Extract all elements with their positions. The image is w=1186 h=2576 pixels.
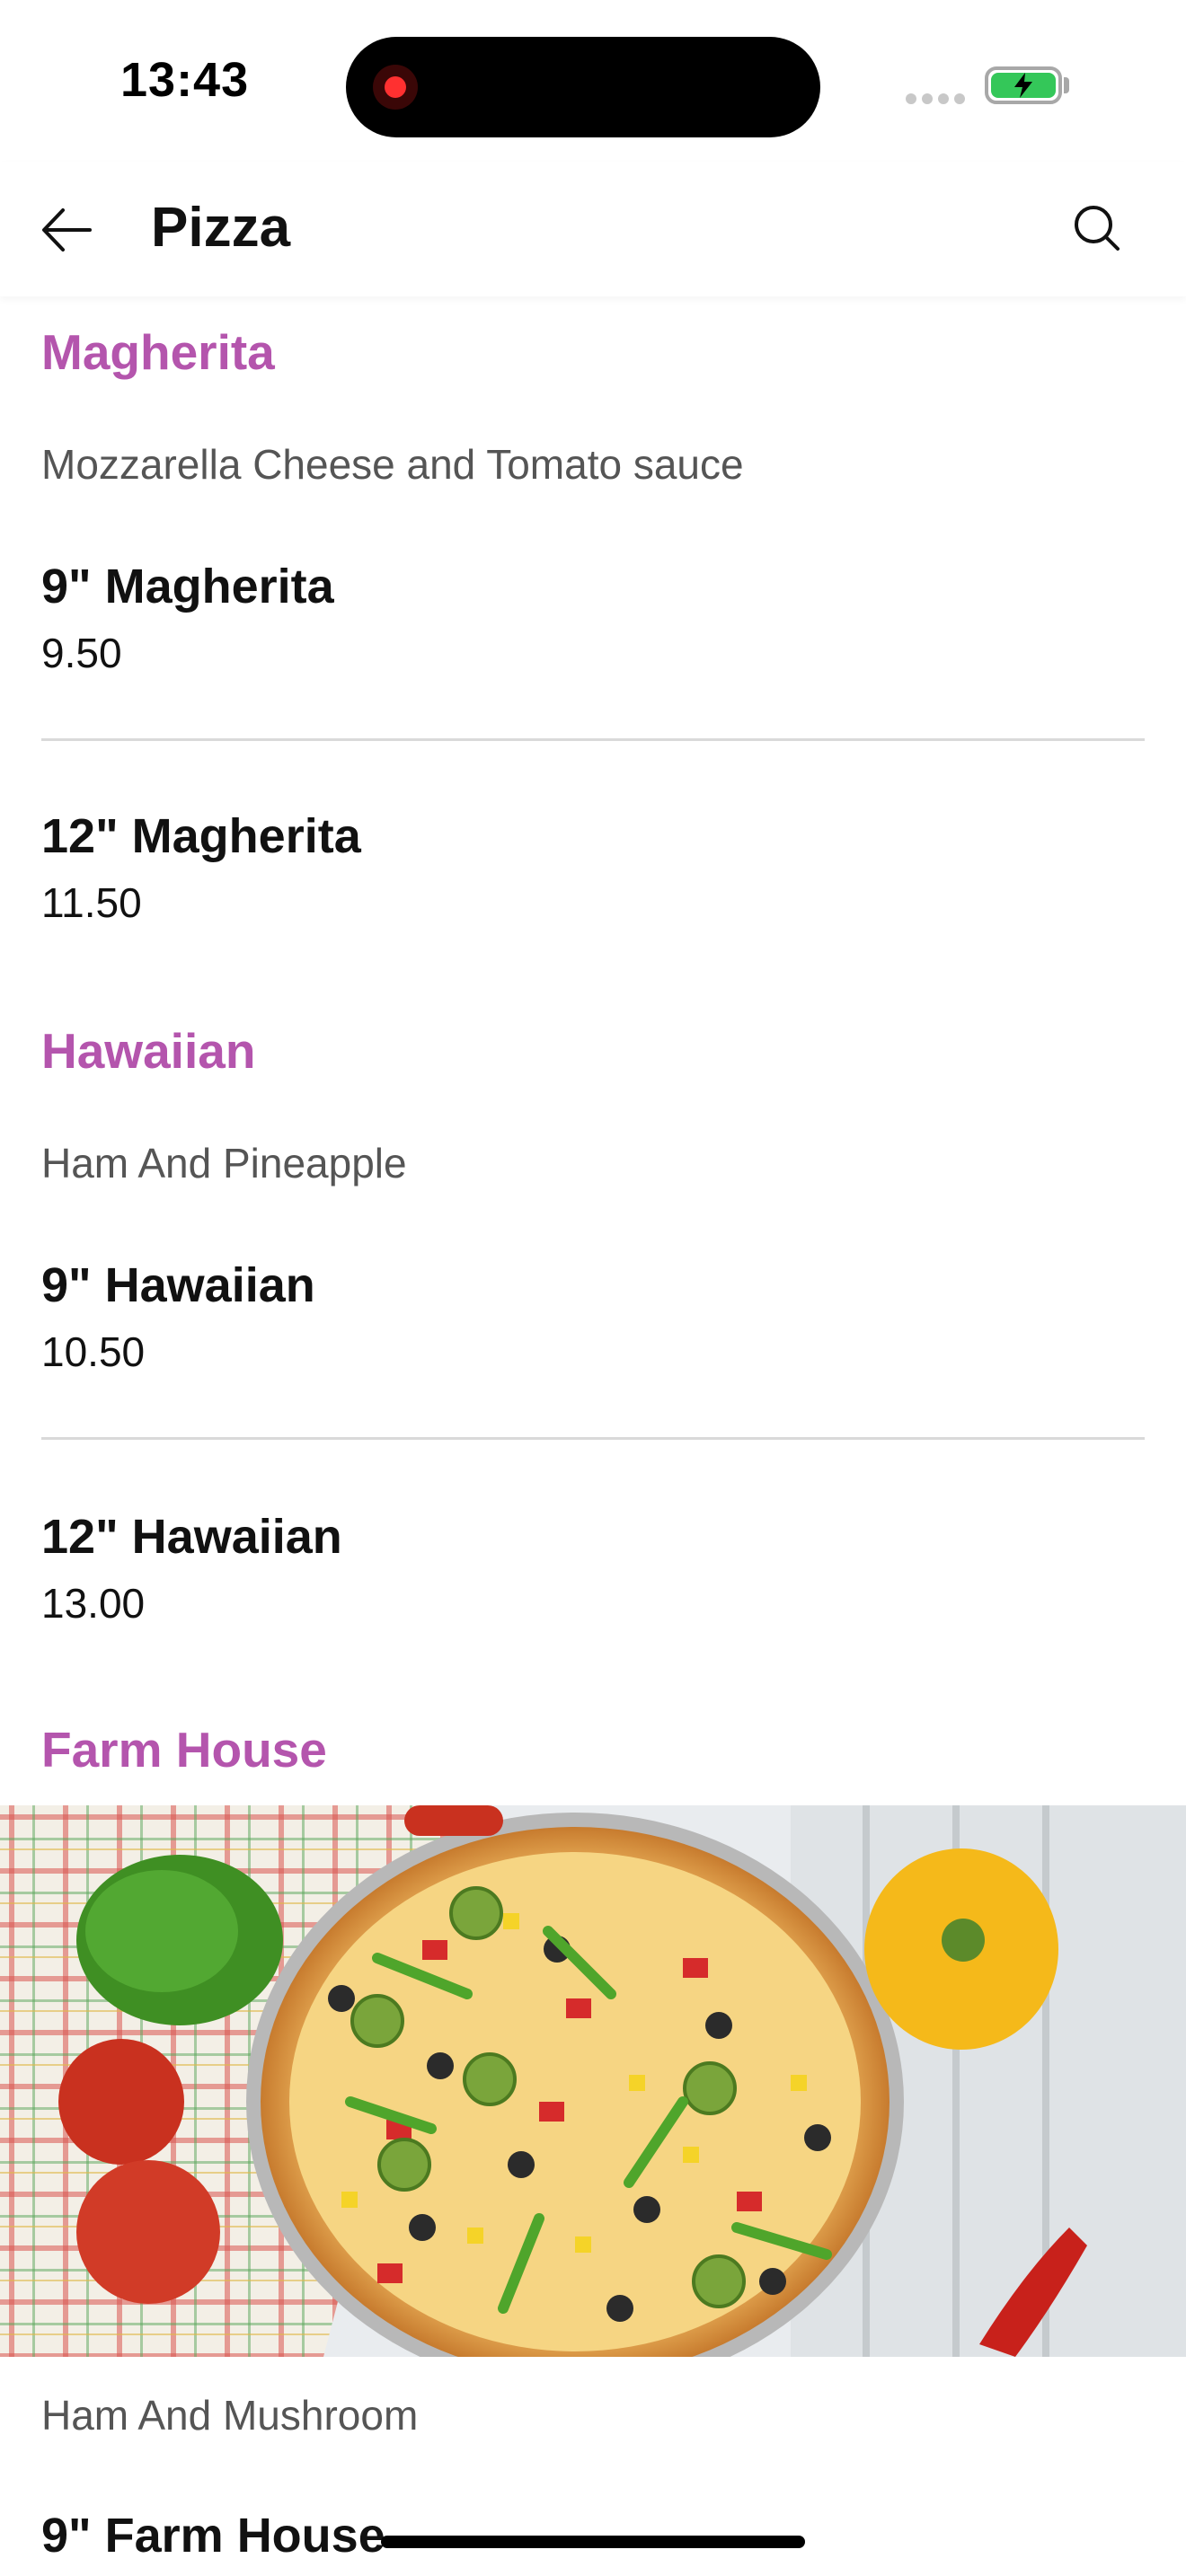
menu-item[interactable]: 12" Hawaiian 13.00	[41, 1507, 1145, 1629]
category-description: Ham And Pineapple	[41, 1140, 407, 1187]
dynamic-island	[346, 37, 820, 137]
cellular-signal-icon	[906, 93, 965, 104]
screen-recording-icon	[373, 65, 418, 110]
item-name: 12" Magherita	[41, 809, 361, 863]
category-description: Mozzarella Cheese and Tomato sauce	[41, 441, 744, 488]
page-title: Pizza	[151, 197, 291, 259]
arrow-left-icon	[42, 208, 92, 251]
category-description: Ham And Mushroom	[41, 2392, 419, 2439]
battery-cap	[1064, 77, 1069, 93]
menu-item[interactable]: 12" Magherita 11.50	[41, 807, 1145, 929]
item-name: 9" Magherita	[41, 560, 334, 613]
status-bar: 13:43	[0, 0, 1186, 162]
divider	[41, 1437, 1145, 1440]
farm-house-pizza-image	[0, 1805, 1186, 2357]
battery-charging-icon	[985, 66, 1062, 104]
status-time: 13:43	[120, 53, 250, 107]
back-button[interactable]	[36, 198, 99, 260]
menu-item[interactable]: 9" Hawaiian 10.50	[41, 1256, 1145, 1378]
item-name: 12" Hawaiian	[41, 1510, 342, 1564]
home-indicator[interactable]	[381, 2536, 805, 2548]
category-title: Hawaiian	[41, 1023, 256, 1079]
search-button[interactable]	[1066, 198, 1128, 260]
search-icon	[1075, 206, 1120, 251]
item-price: 10.50	[41, 1328, 146, 1375]
item-price: 11.50	[41, 879, 142, 926]
menu-item[interactable]: 9" Magherita 9.50	[41, 557, 1145, 679]
category-title: Farm House	[41, 1722, 327, 1778]
divider	[41, 738, 1145, 741]
category-title: Magherita	[41, 324, 275, 380]
item-name: 9" Hawaiian	[41, 1258, 315, 1312]
item-price: 9.50	[41, 630, 122, 676]
app-bar: Pizza	[0, 162, 1186, 296]
item-price: 13.00	[41, 1580, 146, 1627]
